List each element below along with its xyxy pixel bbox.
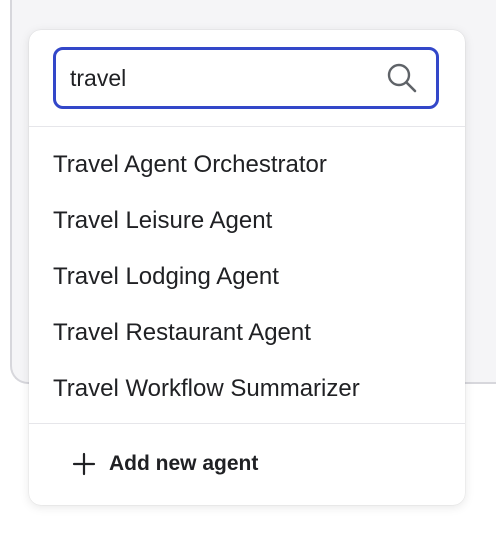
- search-icon[interactable]: [384, 60, 420, 96]
- list-item[interactable]: Travel Restaurant Agent: [29, 305, 465, 361]
- list-item[interactable]: Travel Agent Orchestrator: [29, 137, 465, 193]
- list-item[interactable]: Travel Workflow Summarizer: [29, 361, 465, 417]
- add-new-agent-button[interactable]: Add new agent: [71, 451, 258, 477]
- dropdown-footer: Add new agent: [29, 424, 465, 504]
- results-list: Travel Agent Orchestrator Travel Leisure…: [29, 127, 465, 424]
- list-item[interactable]: Travel Leisure Agent: [29, 193, 465, 249]
- agent-picker-dropdown: Travel Agent Orchestrator Travel Leisure…: [29, 30, 465, 505]
- add-new-agent-label: Add new agent: [109, 452, 259, 475]
- search-section: [29, 30, 465, 127]
- search-field[interactable]: [53, 47, 439, 109]
- search-input[interactable]: [70, 60, 384, 96]
- plus-icon: [71, 451, 97, 477]
- list-item[interactable]: Travel Lodging Agent: [29, 249, 465, 305]
